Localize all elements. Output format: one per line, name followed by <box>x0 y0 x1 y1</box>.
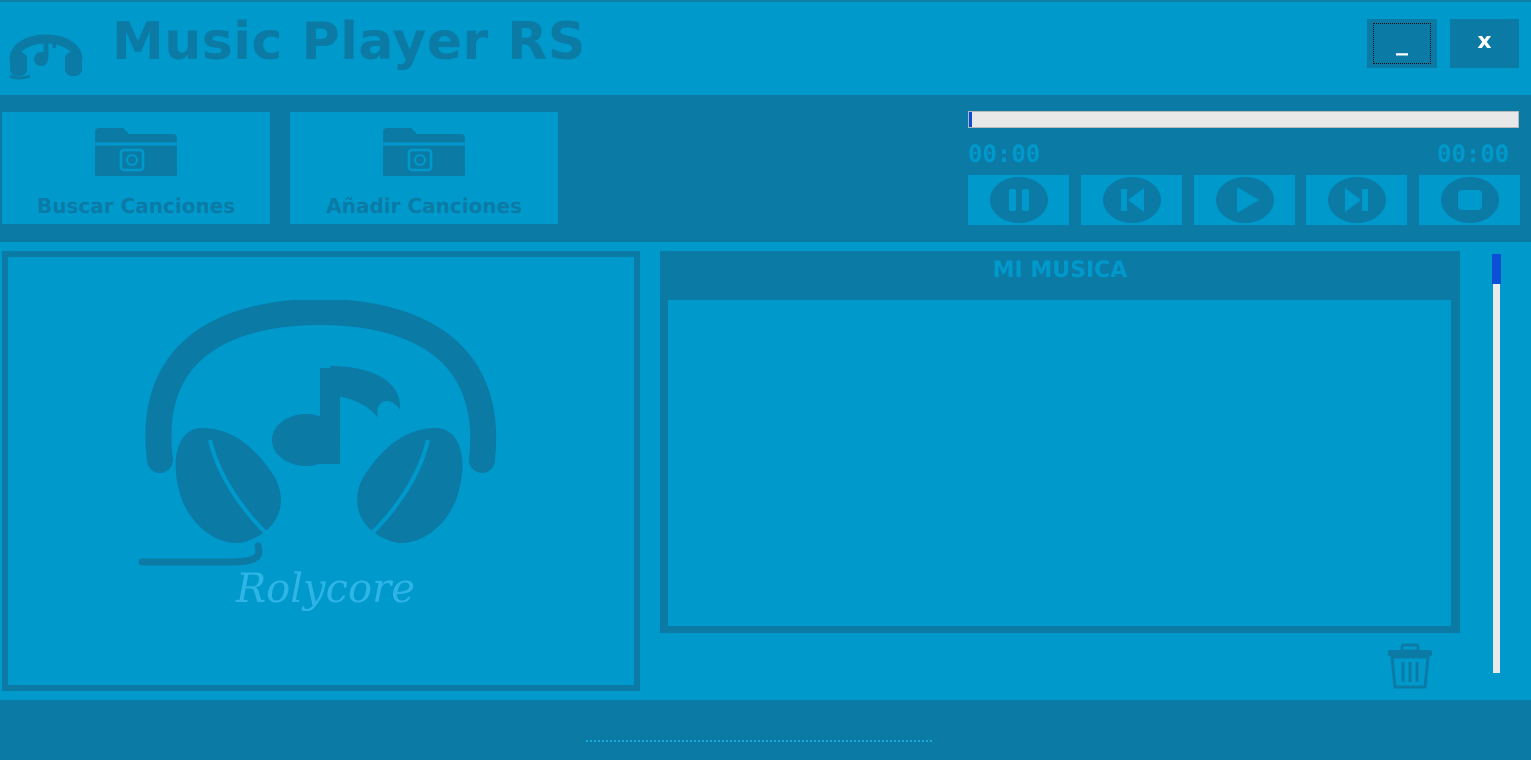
music-folder-icon <box>95 128 177 176</box>
music-folder-icon <box>383 128 465 176</box>
play-icon <box>1215 177 1274 223</box>
progress-bar[interactable] <box>968 111 1519 128</box>
total-time: 00:00 <box>1437 140 1510 168</box>
playlist-list[interactable] <box>668 300 1451 626</box>
headphones-music-note-icon <box>138 300 497 566</box>
progress-fill <box>969 112 972 127</box>
status-focus-indicator <box>586 740 932 742</box>
pause-icon <box>989 177 1048 223</box>
stop-icon <box>1440 177 1499 223</box>
anadir-canciones-button[interactable]: Añadir Canciones <box>290 112 558 224</box>
vertical-scrollbar[interactable] <box>1493 254 1500 673</box>
close-button[interactable]: x <box>1450 19 1519 68</box>
buscar-canciones-label: Buscar Canciones <box>36 194 236 218</box>
anadir-canciones-label: Añadir Canciones <box>326 194 522 218</box>
focus-ring <box>1373 23 1431 64</box>
skip-next-icon <box>1327 177 1386 223</box>
app-title: Music Player RS <box>112 12 586 72</box>
scrollbar-thumb[interactable] <box>1492 254 1501 284</box>
headphones-music-icon <box>9 34 83 80</box>
previous-button[interactable] <box>1081 175 1182 225</box>
close-label: x <box>1477 29 1492 54</box>
album-art-caption: Rolycore <box>236 566 415 612</box>
pause-button[interactable] <box>968 175 1069 225</box>
skip-previous-icon <box>1102 177 1161 223</box>
minimize-button[interactable]: _ <box>1367 19 1437 68</box>
elapsed-time: 00:00 <box>968 140 1041 168</box>
next-button[interactable] <box>1306 175 1407 225</box>
status-bar <box>0 700 1531 760</box>
play-button[interactable] <box>1194 175 1295 225</box>
buscar-canciones-button[interactable]: Buscar Canciones <box>2 112 270 224</box>
stop-button[interactable] <box>1419 175 1520 225</box>
trash-icon[interactable] <box>1384 643 1436 689</box>
playlist-header: MI MUSICA <box>992 258 1128 283</box>
